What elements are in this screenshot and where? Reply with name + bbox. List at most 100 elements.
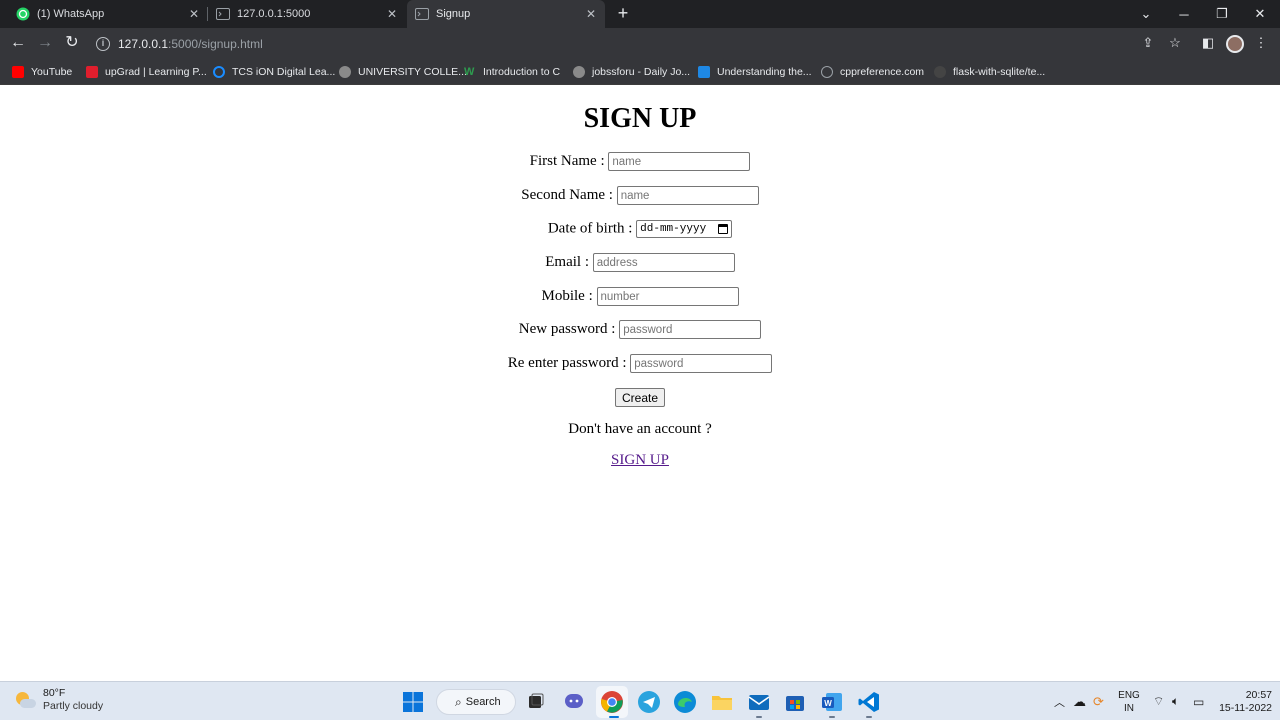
play-icon [698,66,710,78]
weather-widget[interactable]: 80°F Partly cloudy [14,687,103,713]
globe-icon [339,66,351,78]
tab-close-icon[interactable]: ✕ [386,7,398,21]
bookmark-label: UNIVERSITY COLLE... [358,66,467,78]
site-info-icon[interactable]: i [96,36,110,51]
reload-icon[interactable]: ↻ [61,32,83,54]
github-icon [934,66,946,78]
language-indicator[interactable]: ENG IN [1117,689,1141,715]
show-hidden-icons-chevron-icon[interactable]: ︿ [1054,682,1065,720]
tab-close-icon[interactable]: ✕ [188,7,200,21]
reenter-password-label: Re enter password : [507,355,627,371]
windows-start-icon[interactable] [401,690,425,714]
email-row: Email : [0,253,1280,272]
lang-bottom: IN [1124,703,1134,714]
bookmark-label: Introduction to C [483,66,561,78]
clock-time: 20:57 [1245,689,1272,701]
bookmark-item[interactable]: Understanding the... [698,63,812,81]
back-arrow-icon[interactable]: ← [7,32,29,54]
vscode-icon[interactable] [857,690,881,714]
onedrive-cloud-icon[interactable]: ☁ [1073,682,1086,720]
bookmark-label: flask-with-sqlite/te... [953,66,1046,78]
word-running-indicator [829,716,835,718]
bookmark-item[interactable]: W Introduction to C [464,63,560,81]
tab-whatsapp[interactable]: (1) WhatsApp ✕ [8,0,208,28]
tab-search-chevron-icon[interactable]: ⌄ [1127,0,1165,28]
dob-input[interactable]: dd-mm-yyyy [636,220,733,238]
dob-row: Date of birth : dd-mm-yyyy [0,220,1280,238]
whatsapp-icon [16,7,30,21]
new-tab-button[interactable]: + [613,4,633,24]
url-host: 127.0.0.1 [118,36,169,51]
store-icon[interactable] [783,690,807,714]
task-view-icon[interactable] [524,690,548,714]
tab-localhost[interactable]: 127.0.0.1:5000 ✕ [208,0,406,28]
mobile-label: Mobile : [541,288,593,304]
reenter-password-input[interactable] [630,354,773,373]
new-password-input[interactable] [619,320,762,339]
terminal-icon [415,8,429,20]
bookmark-label: jobssforu - Daily Jo... [592,66,691,78]
battery-icon[interactable]: ▭ [1193,682,1204,720]
file-explorer-icon[interactable] [710,690,734,714]
bookmark-label: TCS iON Digital Lea... [232,66,336,78]
search-label: Search [465,696,501,708]
speaker-icon[interactable]: 🔈︎ [1172,682,1179,720]
close-window-icon[interactable]: ✕ [1241,0,1279,28]
forward-arrow-icon[interactable]: → [34,32,56,54]
bookmarks-bar: YouTube upGrad | Learning P... TCS iON D… [0,59,1280,85]
youtube-icon [12,66,24,78]
calendar-icon[interactable] [718,224,729,234]
signup-page: SIGN UP First Name : Second Name : Date … [0,86,1280,681]
bookmark-item[interactable]: upGrad | Learning P... [86,63,207,81]
sync-icon[interactable]: ⟳ [1093,682,1104,720]
wifi-icon[interactable]: ⌔ [1153,682,1164,720]
first-name-row: First Name : [0,152,1280,171]
bookmark-item[interactable]: YouTube [12,63,72,81]
bookmark-item[interactable]: TCS iON Digital Lea... [213,63,335,81]
edge-icon[interactable] [673,690,697,714]
restore-icon[interactable]: ❐ [1203,0,1241,28]
bookmark-star-icon[interactable]: ☆ [1167,35,1183,51]
second-name-input[interactable] [616,186,759,205]
reenter-password-row: Re enter password : [0,354,1280,373]
url-path: :5000/signup.html [168,36,263,51]
bookmark-item[interactable]: UNIVERSITY COLLE... [339,63,467,81]
partly-cloudy-icon [14,689,36,711]
kebab-menu-icon[interactable]: ⋮ [1253,35,1269,51]
chrome-running-indicator [609,716,619,718]
terminal-icon [216,8,230,20]
mail-icon[interactable] [747,690,771,714]
address-bar[interactable]: i 127.0.0.1:5000/signup.html [90,31,1200,56]
email-input[interactable] [592,253,735,272]
upgrad-icon [86,66,98,78]
cppreference-icon [821,66,833,78]
tab-close-icon[interactable]: ✕ [585,7,597,21]
browser-toolbar: ← → ↻ i 127.0.0.1:5000/signup.html ⇪ ☆ ◧… [0,28,1280,59]
chrome-icon[interactable] [600,690,624,714]
minimize-icon[interactable]: ─ [1165,0,1203,28]
browser-tab-strip: (1) WhatsApp ✕ 127.0.0.1:5000 ✕ Signup ✕… [0,0,1280,28]
side-panel-icon[interactable]: ◧ [1200,35,1216,51]
system-clock[interactable]: 20:57 15-11-2022 [1214,689,1272,715]
create-row: Create [0,388,1280,407]
signup-link[interactable]: SIGN UP [611,452,669,468]
bookmark-label: upGrad | Learning P... [105,66,207,78]
word-icon[interactable]: W [820,690,844,714]
profile-avatar[interactable] [1226,35,1244,53]
new-password-row: New password : [0,320,1280,339]
teams-chat-icon[interactable] [562,690,586,714]
tab-signup[interactable]: Signup ✕ [407,0,605,28]
taskbar-search[interactable]: ⌕ Search [436,689,516,715]
share-icon[interactable]: ⇪ [1140,35,1156,51]
bookmark-label: YouTube [31,66,73,78]
account-prompt: Don't have an account ? [568,421,712,437]
bookmark-item[interactable]: cppreference.com [821,63,924,81]
telegram-icon[interactable] [637,690,661,714]
first-name-input[interactable] [608,152,751,171]
bookmark-item[interactable]: jobssforu - Daily Jo... [573,63,690,81]
bookmark-item[interactable]: flask-with-sqlite/te... [934,63,1045,81]
mobile-input[interactable] [596,287,739,306]
weather-desc: Partly cloudy [43,700,104,712]
signup-link-row: SIGN UP [0,452,1280,469]
create-button[interactable]: Create [614,388,666,407]
